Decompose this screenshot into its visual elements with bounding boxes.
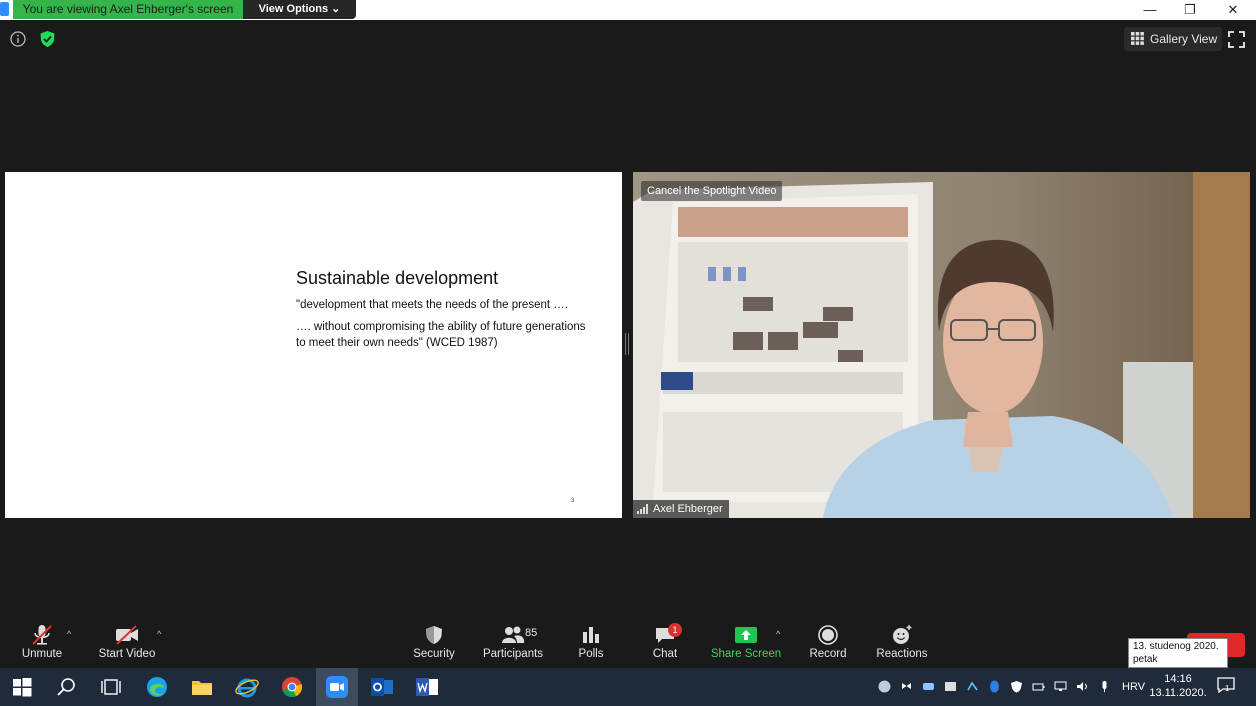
encryption-shield-icon[interactable]	[39, 30, 56, 48]
security-button[interactable]: Security	[410, 624, 458, 666]
reactions-smiley-icon	[893, 625, 912, 644]
speaker-video-image	[633, 172, 1250, 518]
dropbox-tray-icon[interactable]	[900, 680, 913, 693]
grid-icon	[1131, 32, 1144, 45]
slide-title: Sustainable development	[296, 268, 499, 288]
slide-text-line-1: "development that meets the needs of the…	[296, 299, 568, 311]
file-explorer-icon[interactable]	[189, 674, 215, 700]
reactions-label: Reactions	[876, 648, 928, 660]
tooltip-date: 13. studenog 2020.	[1133, 641, 1219, 652]
battery-tray-icon[interactable]	[1032, 680, 1045, 693]
notifications-count: 1	[1225, 684, 1230, 693]
slide-page-number: 3	[571, 498, 575, 504]
audio-options-caret[interactable]: ^	[67, 629, 71, 639]
signal-strength-icon	[637, 504, 648, 515]
close-button[interactable]: ✕	[1213, 0, 1253, 20]
action-center-button[interactable]: 1	[1216, 676, 1238, 696]
record-label: Record	[809, 648, 847, 660]
reactions-button[interactable]: Reactions	[874, 624, 930, 666]
share-options-caret[interactable]: ^	[776, 629, 780, 639]
clock-time: 14:16	[1164, 673, 1192, 685]
security-label: Security	[413, 648, 455, 660]
participants-count: 85	[525, 627, 538, 639]
network-tray-icon[interactable]	[1054, 680, 1067, 693]
defender-tray-icon[interactable]	[1010, 680, 1023, 693]
fullscreen-icon[interactable]	[1228, 31, 1245, 48]
video-options-caret[interactable]: ^	[157, 629, 161, 639]
polls-label: Polls	[578, 648, 604, 660]
task-view-icon[interactable]	[98, 674, 124, 700]
unmute-label: Unmute	[21, 648, 63, 660]
tooltip-day: petak	[1133, 654, 1158, 665]
skype-tray-icon[interactable]	[878, 680, 891, 693]
search-icon[interactable]	[54, 674, 80, 700]
zoom-tray-icon[interactable]	[922, 680, 935, 693]
video-camera-off-icon	[116, 625, 138, 645]
speaker-video	[633, 172, 1250, 518]
microphone-muted-icon	[32, 625, 52, 645]
participant-name: Axel Ehberger	[653, 503, 723, 515]
chat-label: Chat	[652, 648, 678, 660]
outlook-tray-icon[interactable]	[944, 680, 957, 693]
slide-text-line-3: to meet their own needs" (WCED 1987)	[296, 337, 498, 349]
chevron-down-icon: ⌄	[331, 3, 341, 15]
sync-tray-icon[interactable]	[966, 680, 979, 693]
restore-button[interactable]: ❐	[1170, 0, 1210, 20]
chat-unread-badge: 1	[668, 623, 682, 637]
polls-bar-chart-icon	[583, 627, 599, 643]
taskbar-clock[interactable]: 14:16 13.11.2020.	[1147, 672, 1209, 700]
participant-name-label: Axel Ehberger	[633, 500, 729, 518]
share-screen-label: Share Screen	[710, 648, 782, 660]
edge-browser-icon[interactable]	[144, 674, 170, 700]
windows-start-icon[interactable]	[9, 674, 35, 700]
chrome-browser-icon[interactable]	[279, 674, 305, 700]
date-tooltip: 13. studenog 2020. petak	[1128, 638, 1228, 668]
gallery-view-button[interactable]: Gallery View	[1124, 27, 1222, 51]
volume-tray-icon[interactable]	[1076, 680, 1089, 693]
split-resize-handle[interactable]	[625, 333, 629, 355]
record-icon	[818, 625, 838, 645]
zoom-app-icon	[0, 2, 9, 16]
participants-icon	[502, 626, 525, 643]
cancel-spotlight-button[interactable]: Cancel the Spotlight Video	[641, 181, 783, 201]
microphone-tray-icon[interactable]	[1098, 680, 1111, 693]
view-options-label: View Options	[258, 3, 329, 15]
view-options-button[interactable]: View Options ⌄	[243, 0, 356, 19]
meeting-toolbar	[0, 620, 1256, 668]
polls-button[interactable]: Polls	[570, 624, 612, 666]
start-video-button[interactable]: Start Video	[96, 624, 158, 666]
share-screen-arrow-icon	[735, 627, 757, 643]
input-language-indicator[interactable]: HRV	[1122, 681, 1145, 693]
clock-date: 13.11.2020.	[1149, 687, 1207, 699]
unmute-button[interactable]: Unmute	[14, 624, 70, 666]
viewing-screen-banner: You are viewing Axel Ehberger's screen	[13, 0, 243, 19]
start-video-label: Start Video	[98, 648, 156, 660]
minimize-button[interactable]: —	[1130, 0, 1170, 20]
bluetooth-tray-icon[interactable]	[988, 680, 1001, 693]
participants-label: Participants	[482, 648, 544, 660]
word-icon[interactable]	[414, 674, 440, 700]
slide-text-line-2: …. without compromising the ability of f…	[296, 321, 586, 333]
share-screen-button[interactable]: Share Screen	[710, 624, 782, 666]
shared-screen-slide: Sustainable development "development tha…	[5, 172, 622, 518]
internet-explorer-icon[interactable]	[234, 674, 260, 700]
outlook-icon[interactable]	[369, 674, 395, 700]
security-shield-icon	[426, 626, 442, 644]
zoom-icon	[326, 676, 348, 698]
zoom-taskbar-button[interactable]	[316, 668, 358, 706]
record-button[interactable]: Record	[806, 624, 850, 666]
info-icon[interactable]	[10, 31, 26, 47]
gallery-view-label: Gallery View	[1150, 32, 1218, 46]
